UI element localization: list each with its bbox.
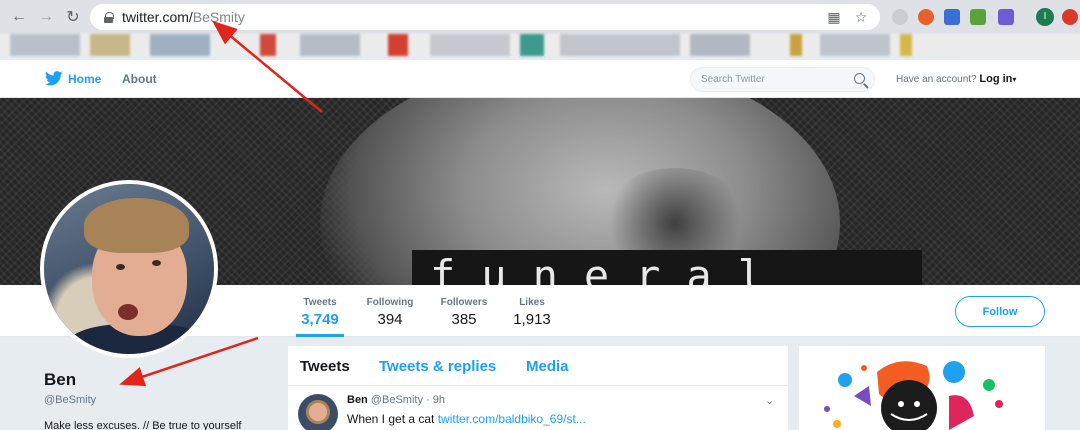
stat-label: Likes [519,297,545,308]
profile-avatar[interactable]: I [1036,8,1054,26]
profile-handle[interactable]: @BeSmity [44,394,96,406]
nav-home-link[interactable]: Home [68,72,101,86]
chevron-down-icon[interactable]: ▾ [1012,75,1016,84]
extension-icon[interactable] [1062,9,1078,25]
stat-value: 385 [451,311,477,328]
back-icon[interactable]: ← [8,6,30,28]
search-placeholder: Search Twitter [701,74,765,85]
stat-tweets[interactable]: Tweets 3,749 [296,297,344,328]
tweet-author-name[interactable]: Ben [347,394,368,406]
bookmarks-bar [0,34,1080,56]
tweet-author-handle[interactable]: @BeSmity [371,394,423,406]
stat-value: 3,749 [301,311,339,328]
account-prompt: Have an account? Log in▾ [896,73,1016,85]
promo-illustration [824,361,1003,430]
reload-icon[interactable]: ↻ [62,6,84,28]
tweet-link[interactable]: twitter.com/baldbiko_69/st... [438,412,586,426]
translate-icon[interactable]: ▦ [826,9,842,25]
stat-value: 1,913 [513,311,551,328]
profile-bio: Make less excuses. // Be true to yoursel… [44,420,242,430]
extension-icon[interactable] [892,9,908,25]
profile-name[interactable]: Ben [44,370,76,390]
extension-icon[interactable] [970,9,986,25]
stat-value: 394 [377,311,403,328]
tab-tweets-replies[interactable]: Tweets & replies [379,358,496,375]
login-link[interactable]: Log in [979,73,1012,85]
stat-label: Following [366,297,414,308]
search-input[interactable]: Search Twitter [690,67,875,92]
tweet-timestamp[interactable]: · 9h [426,394,445,406]
stat-likes[interactable]: Likes 1,913 [510,297,554,328]
stat-followers[interactable]: Followers 385 [436,297,492,328]
banner-text: funeral [430,251,790,286]
extension-icon[interactable] [998,9,1014,25]
twitter-top-nav: Home About Search Twitter Have an accoun… [0,60,1080,98]
follow-button[interactable]: Follow [955,296,1045,327]
forward-icon[interactable]: → [35,6,57,28]
tweet-text: When I get a cat twitter.com/baldbiko_69… [347,412,586,426]
url-path: BeSmity [192,9,245,25]
search-icon[interactable] [854,73,865,84]
stat-label: Tweets [303,297,337,308]
stat-following[interactable]: Following 394 [362,297,418,328]
tab-media[interactable]: Media [526,358,569,375]
lock-icon [104,11,114,23]
extension-icon[interactable] [944,9,960,25]
star-icon[interactable]: ☆ [853,9,869,25]
tweet-header: Ben @BeSmity · 9h [347,394,445,406]
tweet-body: When I get a cat [347,412,438,426]
twitter-bird-icon [45,71,63,86]
url-host: twitter.com/ [122,9,193,25]
browser-toolbar: ← → ↻ twitter.com/BeSmity ▦ ☆ I [0,0,1080,34]
account-prompt-text: Have an account? [896,74,977,85]
extension-icon[interactable] [918,9,934,25]
tab-tweets[interactable]: Tweets [300,358,350,375]
active-tab-indicator [296,334,344,337]
timeline-tabs: Tweets Tweets & replies Media [288,346,788,386]
chevron-down-icon[interactable]: ⌄ [765,394,774,407]
nav-about-link[interactable]: About [122,72,157,86]
tweet-avatar[interactable] [298,394,338,430]
timeline: Tweets Tweets & replies Media Ben @BeSmi… [288,346,788,430]
address-bar[interactable]: twitter.com/BeSmity ▦ ☆ [90,4,880,30]
promo-card [799,346,1045,430]
profile-card [0,337,270,430]
profile-avatar[interactable] [40,180,218,358]
stat-label: Followers [440,297,488,308]
